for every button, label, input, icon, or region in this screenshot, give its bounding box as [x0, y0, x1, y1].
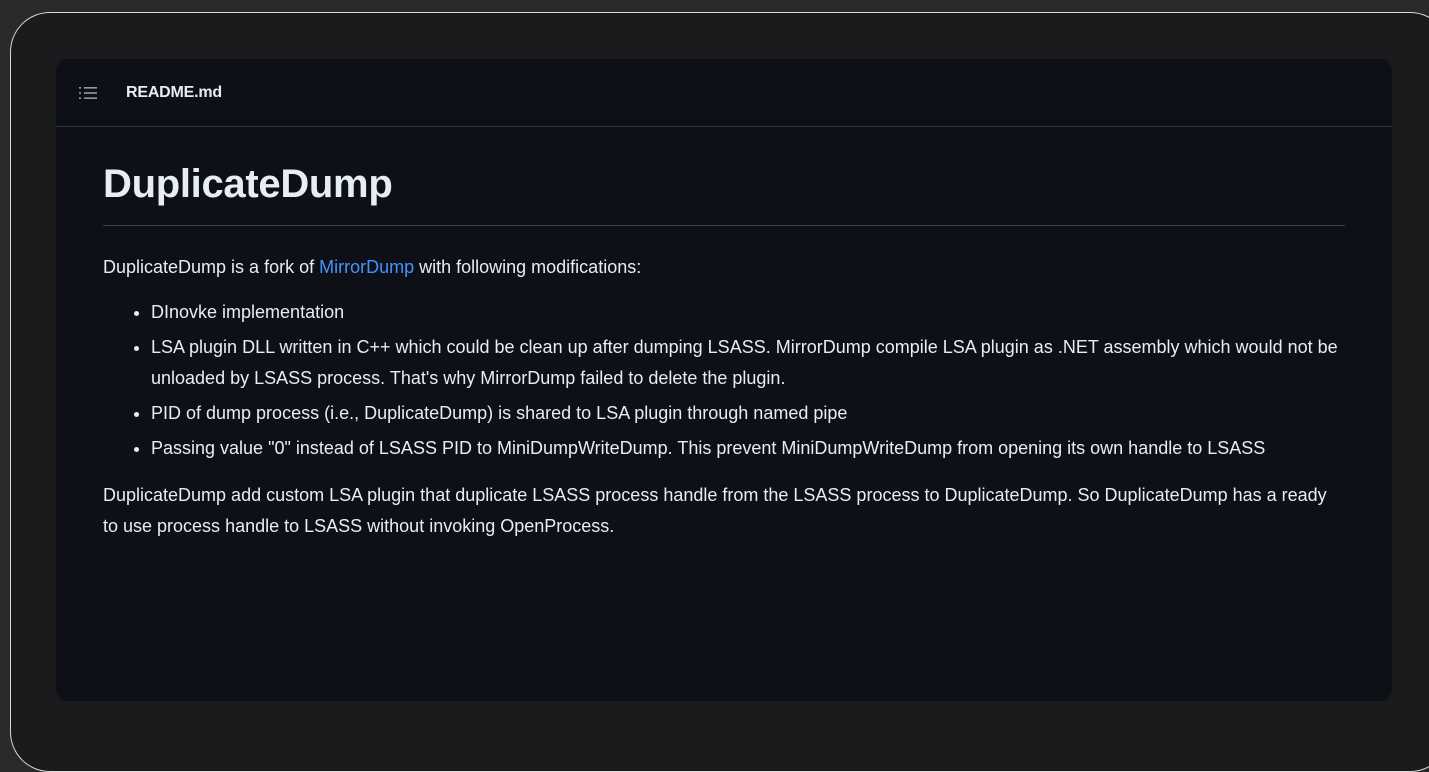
- readme-panel: README.md DuplicateDump DuplicateDump is…: [56, 59, 1392, 701]
- list-item: Passing value "0" instead of LSASS PID t…: [151, 433, 1345, 464]
- outro-paragraph: DuplicateDump add custom LSA plugin that…: [103, 485, 1327, 536]
- modifications-list: DInovke implementation LSA plugin DLL wr…: [103, 297, 1345, 464]
- list-unordered-icon[interactable]: [79, 85, 97, 101]
- readme-body: DuplicateDump DuplicateDump is a fork of…: [56, 158, 1392, 542]
- intro-text-before: DuplicateDump is a fork of: [103, 257, 320, 277]
- intro-paragraph: DuplicateDump is a fork of MirrorDump wi…: [103, 252, 1345, 283]
- file-name[interactable]: README.md: [126, 84, 222, 102]
- readme-header: README.md: [56, 59, 1392, 127]
- mirrordump-link[interactable]: MirrorDump: [319, 257, 414, 277]
- list-item: LSA plugin DLL written in C++ which coul…: [151, 332, 1345, 394]
- list-item: DInovke implementation: [151, 297, 1345, 328]
- list-item: PID of dump process (i.e., DuplicateDump…: [151, 398, 1345, 429]
- page-title: DuplicateDump: [103, 158, 1345, 226]
- intro-text-after: with following modifications:: [414, 257, 642, 277]
